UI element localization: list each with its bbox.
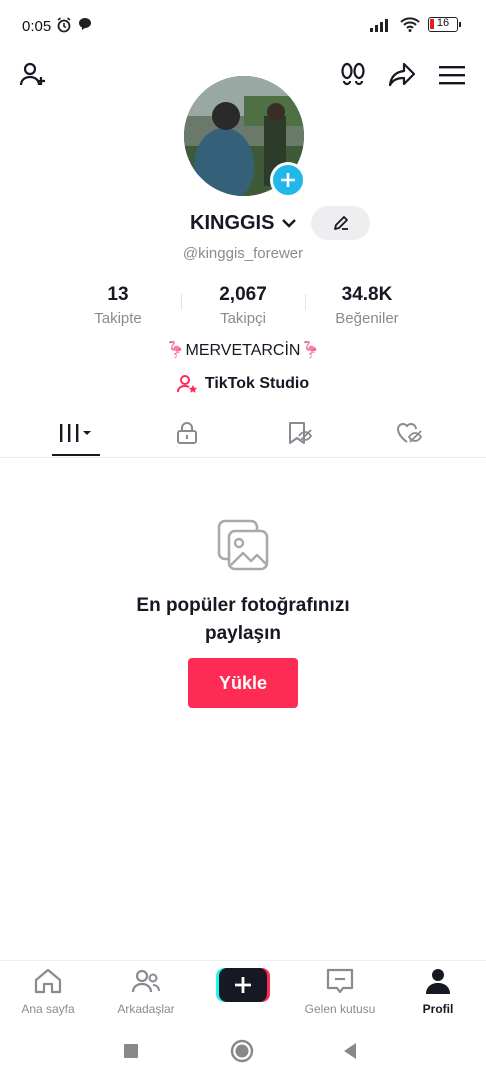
battery-icon: 16 [428, 17, 461, 32]
edit-profile-button[interactable] [311, 206, 370, 240]
profile-views-button[interactable] [336, 58, 370, 92]
system-nav-bar [0, 1022, 486, 1080]
user-handle: @kinggis_forewer [182, 245, 304, 262]
stat-followers-value: 2,067 [219, 284, 267, 305]
empty-state-title-line1: En popüler fotoğrafınızı [136, 595, 350, 616]
footprints-icon [341, 62, 365, 86]
status-bar: 0:05 16 [0, 0, 486, 54]
plus-icon [281, 173, 295, 187]
upload-button[interactable]: Yükle [188, 658, 298, 708]
wifi-icon [400, 17, 420, 32]
back-triangle-icon[interactable] [342, 1042, 358, 1060]
status-right: 16 [370, 17, 461, 32]
pencil-icon [333, 216, 348, 230]
inbox-icon [326, 968, 354, 994]
stat-followers[interactable]: 2,067 Takipçi [193, 284, 293, 327]
nav-inbox[interactable]: Gelen kutusu [292, 967, 388, 1016]
empty-state-title-line2: paylaşın [204, 623, 282, 644]
nav-profile-label: Profil [422, 1002, 454, 1016]
stat-divider [181, 294, 182, 310]
add-avatar-button[interactable] [270, 162, 306, 198]
empty-state-title: En popüler fotoğrafınızı paylaşın [0, 592, 486, 648]
stat-following-value: 13 [107, 284, 129, 305]
tab-reposts[interactable] [250, 410, 350, 456]
menu-button[interactable] [435, 58, 469, 92]
friends-icon [131, 969, 160, 993]
chat-bubble-icon [79, 18, 91, 30]
add-friend-button[interactable] [16, 58, 50, 92]
username[interactable]: KINGGIS [190, 212, 274, 235]
alarm-icon [57, 17, 71, 33]
empty-state [0, 515, 486, 575]
profile-icon [426, 969, 450, 994]
tab-videos[interactable] [26, 410, 126, 456]
username-row: KINGGIS [0, 206, 486, 242]
grid-columns-icon [60, 424, 91, 442]
status-left-icons [56, 17, 92, 33]
nav-friends-label: Arkadaşlar [117, 1002, 175, 1016]
stat-likes-label: Beğeniler [335, 310, 399, 327]
bottom-nav: Ana sayfa Arkadaşlar Gelen kutusu Profil [0, 960, 486, 1022]
bookmark-eye-icon [289, 422, 313, 444]
create-plus-icon [216, 968, 270, 1002]
tab-liked[interactable] [360, 410, 460, 456]
stat-following[interactable]: 13 Takipte [68, 284, 168, 327]
add-person-icon [19, 62, 45, 86]
stat-likes[interactable]: 34.8K Beğeniler [317, 284, 417, 327]
stat-divider [305, 294, 306, 310]
signal-icon [370, 18, 388, 32]
tiktok-studio-label: TikTok Studio [204, 375, 310, 392]
chevron-down-icon[interactable] [280, 216, 298, 230]
lock-icon [177, 422, 197, 444]
tiktok-studio-link[interactable]: TikTok Studio [0, 372, 486, 396]
share-arrow-icon [388, 62, 416, 87]
nav-friends[interactable]: Arkadaşlar [98, 967, 194, 1016]
battery-text: 16 [436, 17, 450, 29]
nav-profile[interactable]: Profil [390, 967, 486, 1016]
stats-row: 13 Takipte 2,067 Takipçi 34.8K Beğeniler [0, 284, 486, 330]
share-button[interactable] [385, 58, 419, 92]
tab-private[interactable] [137, 410, 237, 456]
home-icon [34, 968, 62, 994]
bio: 🦩MERVETARCİN🦩 [165, 342, 321, 359]
nav-home-label: Ana sayfa [21, 1002, 75, 1016]
stat-following-label: Takipte [94, 310, 142, 327]
hamburger-menu-icon [439, 66, 465, 85]
recent-apps-icon[interactable] [123, 1043, 139, 1059]
photos-icon [217, 519, 269, 571]
heart-eye-icon [396, 423, 423, 443]
stat-followers-label: Takipçi [220, 310, 266, 327]
content-tabs [0, 410, 486, 458]
home-circle-icon[interactable] [230, 1039, 254, 1063]
nav-inbox-label: Gelen kutusu [304, 1002, 376, 1016]
nav-home[interactable]: Ana sayfa [0, 967, 96, 1016]
status-time: 0:05 [22, 18, 52, 35]
tab-active-indicator [52, 454, 100, 456]
stat-likes-value: 34.8K [341, 284, 393, 305]
create-button[interactable] [216, 968, 270, 1002]
person-star-icon [176, 375, 197, 393]
